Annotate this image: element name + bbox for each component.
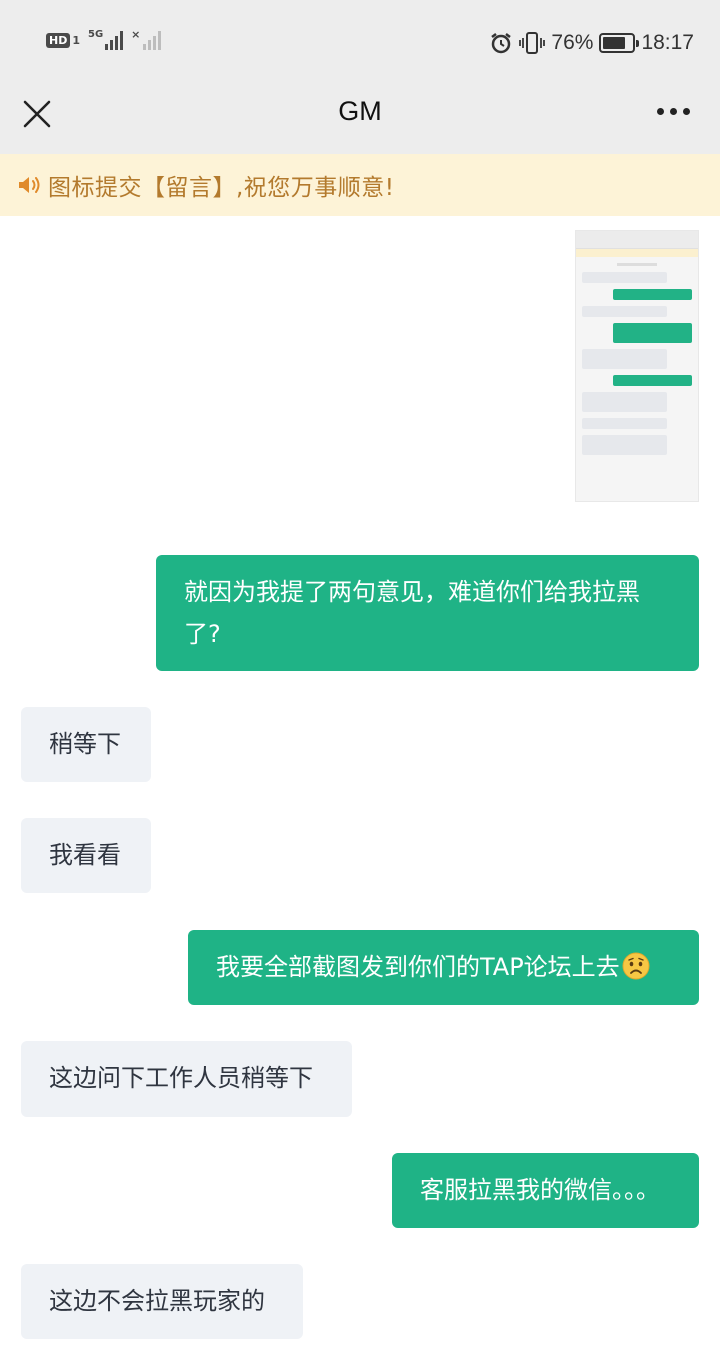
thumb-bubble [582, 435, 668, 455]
battery-icon [599, 33, 640, 53]
screenshot-thumbnail[interactable] [575, 230, 699, 502]
signal-5g-icon: 5G [88, 29, 124, 50]
alarm-icon [491, 33, 512, 54]
status-left: HD 1 5G × [46, 28, 162, 50]
message-bubble-incoming[interactable]: 稍等下 [21, 707, 151, 782]
status-bar: HD 1 5G × 76% 18:17 [0, 0, 720, 88]
message-bubble-incoming[interactable]: 我看看 [21, 818, 151, 893]
message-bubble-outgoing[interactable]: 就因为我提了两句意见，难道你们给我拉黑了? [156, 555, 699, 671]
thumb-notice [576, 249, 698, 257]
message-bubble-incoming[interactable]: 这边不会拉黑玩家的 [21, 1264, 303, 1339]
thumb-bubble [582, 306, 668, 317]
clock: 18:17 [641, 31, 694, 54]
no-signal-mark: × [131, 28, 141, 41]
thumb-status [576, 231, 698, 239]
hd-label: HD [46, 32, 71, 48]
status-right: 76% 18:17 [489, 30, 694, 56]
thumb-bubble [582, 392, 668, 412]
hd-icon: HD 1 [46, 32, 80, 48]
thumb-nav [576, 239, 698, 249]
network-label: 5G [88, 29, 104, 40]
speaker-icon [19, 177, 40, 193]
signal-weak-icon: × [131, 28, 162, 50]
message-bubble-incoming[interactable]: 这边问下工作人员稍等下 [21, 1041, 352, 1117]
nav-bar: GM [0, 88, 720, 154]
battery-percent: 76% [551, 31, 594, 54]
thumb-bubble [582, 418, 668, 429]
notice-banner: 图标提交【留言】,祝您万事顺意! [0, 154, 720, 216]
chat-title: GM [338, 96, 382, 126]
weak-signal-bars [143, 30, 162, 50]
signal-bars [105, 30, 124, 50]
thumb-bubble [582, 272, 668, 283]
notice-text: 图标提交【留言】,祝您万事顺意! [48, 175, 395, 201]
worried-face-icon [622, 952, 650, 980]
vibrate-icon [519, 32, 546, 54]
thumb-bubble [612, 323, 692, 343]
thumb-bubble [612, 289, 692, 300]
thumb-bubble [612, 375, 692, 386]
thumb-bubble [582, 349, 668, 369]
more-icon[interactable] [657, 108, 690, 115]
message-bubble-outgoing[interactable]: 客服拉黑我的微信。。。 [392, 1153, 699, 1228]
thumb-time [617, 263, 657, 266]
message-text: 我要全部截图发到你们的TAP论坛上去 [216, 953, 620, 981]
hd-sim-label: 1 [72, 33, 80, 47]
battery-fill [603, 37, 625, 49]
message-bubble-outgoing[interactable]: 我要全部截图发到你们的TAP论坛上去 [188, 930, 699, 1005]
